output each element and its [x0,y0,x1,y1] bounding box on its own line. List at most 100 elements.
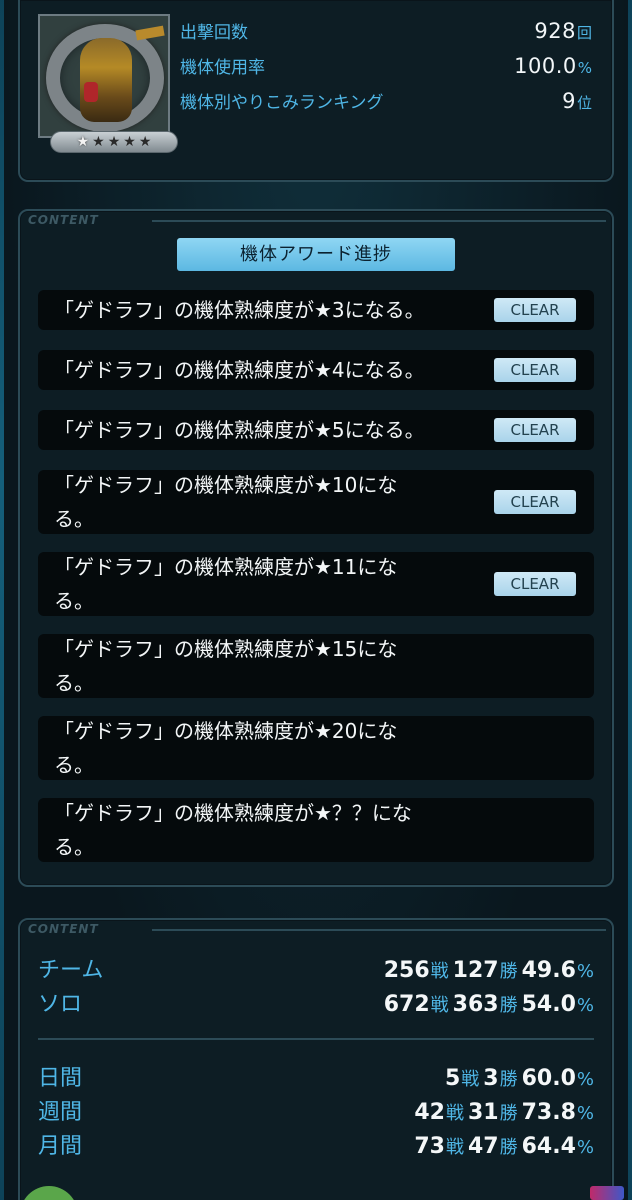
usage-row: 機体使用率 100.0% [180,53,592,81]
win-rate-unit: % [576,1103,594,1124]
usage-label: 機体使用率 [180,58,265,78]
panel-divider [152,220,606,222]
battles-unit: 戦 [445,1137,464,1158]
wins-unit: 勝 [499,1103,518,1124]
star-icon: ★ [92,134,105,150]
results-divider [38,1038,594,1040]
win-rate-unit: % [576,995,594,1016]
win-rate: 73.8 [521,1100,576,1125]
win-rate: 54.0 [521,992,576,1017]
sorties-unit: 回 [576,24,592,42]
usage-value: 100.0 [514,54,577,78]
wins-unit: 勝 [499,1069,518,1090]
unit-stats-panel: ★ ★ ★ ★ ★ 出撃回数 928回 機体使用率 100.0% 機体別やりこみ… [18,0,614,182]
award-condition-line1: 「ゲドラフ」の機体熟練度が★15にな [54,637,398,661]
clear-badge: CLEAR [494,358,576,382]
award-condition-line2: る。 [54,753,94,777]
content-tag: CONTENT [28,922,99,936]
battles-unit: 戦 [430,961,449,982]
result-values: 73戦 47勝 64.4% [414,1133,594,1159]
result-row: ソロ 672戦 363勝 54.0% [38,986,594,1020]
sorties-row: 出撃回数 928回 [180,18,592,46]
result-label: チーム [38,958,104,983]
wins-count: 31 [467,1100,499,1125]
wins-count: 47 [467,1134,499,1159]
result-values: 256戦 127勝 49.6% [384,957,594,983]
award-condition-text: 「ゲドラフ」の機体熟練度が★11にな る。 [54,550,474,618]
award-condition-line2: る。 [54,589,94,613]
award-item: 「ゲドラフ」の機体熟練度が★？？にな る。 [38,798,594,862]
star-icon: ★ [123,134,136,150]
award-condition-line1: 「ゲドラフ」の機体熟練度が★4になる。 [54,358,425,382]
unit-portrait[interactable] [38,14,170,138]
wins-count: 363 [452,992,499,1017]
wins-count: 3 [483,1066,499,1091]
result-label: 日間 [38,1066,83,1091]
sorties-label: 出撃回数 [180,23,248,43]
result-values: 5戦 3勝 60.0% [445,1065,594,1091]
result-row: 日間 5戦 3勝 60.0% [38,1060,594,1094]
battles-count: 256 [383,958,430,983]
ranking-label[interactable]: 機体別やりこみランキング [180,88,384,113]
battle-results-panel: CONTENT チーム 256戦 127勝 49.6% ソロ 672戦 363勝 54.0% 日… [18,918,614,1200]
award-item: 「ゲドラフ」の機体熟練度が★10にな る。 CLEAR [38,470,594,534]
wins-count: 127 [452,958,499,983]
wins-unit: 勝 [499,961,518,982]
win-rate-unit: % [576,1069,594,1090]
award-condition-text: 「ゲドラフ」の機体熟練度が★3になる。 [54,293,474,327]
wins-unit: 勝 [499,1137,518,1158]
award-progress-panel: CONTENT 機体アワード進捗 「ゲドラフ」の機体熟練度が★3になる。 CLEA… [18,209,614,887]
sorties-value: 928 [534,19,576,43]
award-condition-text: 「ゲドラフ」の機体熟練度が★5になる。 [54,413,474,447]
result-label: 月間 [38,1134,83,1159]
award-condition-line1: 「ゲドラフ」の機体熟練度が★10にな [54,473,398,497]
game-logo [590,1186,624,1200]
result-row: 週間 42戦 31勝 73.8% [38,1094,594,1128]
battles-count: 5 [444,1066,461,1091]
star-icon: ★ [138,134,152,150]
result-label: 週間 [38,1100,83,1125]
award-item: 「ゲドラフ」の機体熟練度が★20にな る。 [38,716,594,780]
clear-badge: CLEAR [494,572,576,596]
award-condition-line1: 「ゲドラフ」の機体熟練度が★？？にな [54,801,412,825]
left-edge-glow [0,0,4,1200]
award-condition-text: 「ゲドラフ」の機体熟練度が★10にな る。 [54,468,474,536]
battles-unit: 戦 [461,1069,480,1090]
award-condition-line2: る。 [54,671,94,695]
result-values: 42戦 31勝 73.8% [414,1099,594,1125]
result-label: ソロ [38,992,83,1017]
result-row: 月間 73戦 47勝 64.4% [38,1128,594,1162]
award-item: 「ゲドラフ」の機体熟練度が★11にな る。 CLEAR [38,552,594,616]
usage-unit: % [577,59,592,77]
battles-count: 42 [414,1100,445,1125]
award-condition-line1: 「ゲドラフ」の機体熟練度が★11にな [54,555,398,579]
mobile-suit-blade [135,25,165,41]
star-icon: ★ [107,134,121,150]
award-condition-text: 「ゲドラフ」の機体熟練度が★4になる。 [54,353,474,387]
battles-count: 672 [383,992,430,1017]
battles-unit: 戦 [445,1103,464,1124]
result-values: 672戦 363勝 54.0% [384,991,594,1017]
star-rank-badge: ★ ★ ★ ★ ★ [50,131,178,153]
award-item: 「ゲドラフ」の機体熟練度が★15にな る。 [38,634,594,698]
win-rate: 64.4 [521,1134,576,1159]
mobile-suit-figure [80,38,132,122]
award-condition-line1: 「ゲドラフ」の機体熟練度が★20にな [54,719,398,743]
clear-badge: CLEAR [494,298,576,322]
award-progress-title: 機体アワード進捗 [177,238,455,271]
award-condition-text: 「ゲドラフ」の機体熟練度が★20にな る。 [54,714,474,782]
wins-unit: 勝 [499,995,518,1016]
star-icon: ★ [76,134,90,150]
award-item: 「ゲドラフ」の機体熟練度が★3になる。 CLEAR [38,290,594,330]
mobile-suit-detail [84,82,98,102]
ranking-value: 9 [562,89,576,113]
ranking-row[interactable]: 機体別やりこみランキング 9位 [180,88,592,116]
right-edge-glow [628,0,632,1200]
battles-unit: 戦 [430,995,449,1016]
win-rate: 49.6 [521,958,576,983]
battles-count: 73 [414,1134,445,1159]
award-condition-line1: 「ゲドラフ」の機体熟練度が★5になる。 [54,418,425,442]
award-item: 「ゲドラフ」の機体熟練度が★4になる。 CLEAR [38,350,594,390]
award-condition-text: 「ゲドラフ」の機体熟練度が★？？にな る。 [54,796,474,864]
win-rate: 60.0 [521,1066,576,1091]
